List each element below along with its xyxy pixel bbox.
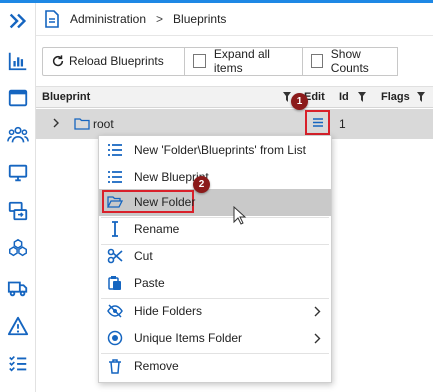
menu-item-hide-folders[interactable]: Hide Folders (99, 298, 331, 325)
menu-item-unique-items-folder[interactable]: Unique Items Folder (99, 325, 331, 352)
column-header-blueprint[interactable]: Blueprint (42, 91, 90, 103)
text-cursor-icon (112, 221, 118, 237)
folder-icon (74, 118, 90, 130)
list-icon (108, 171, 122, 183)
grid-header: Blueprint Edit Id Flags (36, 86, 433, 108)
folder-open-icon (107, 196, 123, 208)
reload-blueprints-label: Reload Blueprints (69, 54, 164, 68)
menu-item-label: New Folder (134, 195, 196, 209)
truck-icon (7, 281, 28, 297)
sidebar-item-tasks[interactable] (4, 350, 32, 376)
menu-item-new-from-list[interactable]: New 'Folder\Blueprints' from List (99, 137, 331, 164)
expand-all-checkbox[interactable] (193, 54, 206, 68)
menu-item-cut[interactable]: Cut (99, 243, 331, 270)
sidebar-item-alerts[interactable] (4, 313, 32, 339)
paste-icon (108, 276, 121, 290)
callout-badge-2: 2 (193, 176, 210, 193)
menu-item-label: Rename (134, 222, 180, 236)
chevron-right-icon (314, 333, 321, 344)
menu-item-new-blueprint[interactable]: New Blueprint (99, 164, 331, 191)
toolbar: Reload Blueprints Expand all items Show … (36, 36, 433, 86)
menu-item-label: Cut (134, 249, 153, 263)
menu-item-new-folder[interactable]: New Folder (99, 189, 331, 216)
sidebar-item-delivery[interactable] (4, 275, 32, 301)
document-icon (45, 10, 59, 28)
chevron-right-icon (314, 306, 321, 317)
scissors-icon (107, 248, 123, 264)
column-header-flags[interactable]: Flags (381, 91, 410, 103)
edit-menu-button[interactable] (305, 110, 330, 135)
show-counts-checkbox[interactable] (311, 54, 323, 68)
menu-item-label: Unique Items Folder (134, 331, 243, 345)
double-chevron-right-icon (9, 13, 27, 29)
show-counts-label: Show Counts (330, 47, 369, 75)
breadcrumb-item-blueprints: Blueprints (173, 12, 227, 26)
column-header-id[interactable]: Id (339, 91, 349, 103)
list-icon (108, 144, 122, 156)
menu-item-paste[interactable]: Paste (99, 270, 331, 297)
bar-chart-icon (8, 52, 27, 71)
sidebar-item-reports[interactable] (4, 48, 32, 74)
hamburger-menu-icon (312, 118, 323, 127)
filter-icon[interactable] (283, 92, 291, 102)
checklist-icon (9, 355, 27, 372)
sidebar-item-packages[interactable] (4, 235, 32, 261)
eye-off-icon (107, 304, 123, 318)
packages-icon (9, 238, 27, 257)
menu-item-label: Paste (134, 276, 165, 290)
reload-blueprints-button[interactable]: Reload Blueprints (42, 46, 185, 76)
deploy-icon (8, 201, 28, 221)
mouse-cursor-icon (233, 206, 247, 225)
menu-item-remove[interactable]: Remove (99, 353, 331, 380)
row-id: 1 (339, 117, 346, 131)
filter-icon[interactable] (358, 92, 366, 102)
monitor-icon (8, 164, 28, 182)
sidebar-collapse-button[interactable] (4, 8, 32, 34)
sidebar-item-devices[interactable] (4, 160, 32, 186)
breadcrumb-separator: > (156, 12, 164, 26)
menu-item-label: Remove (134, 359, 179, 373)
show-counts-toggle[interactable]: Show Counts (302, 46, 398, 76)
expand-all-label: Expand all items (213, 47, 270, 75)
expand-all-items-toggle[interactable]: Expand all items (184, 46, 303, 76)
row-name: root (93, 117, 114, 131)
target-icon (107, 330, 123, 346)
breadcrumb: Administration > Blueprints (36, 3, 433, 36)
menu-item-rename[interactable]: Rename (99, 216, 331, 243)
window-icon (8, 89, 28, 107)
sidebar-item-users[interactable] (4, 122, 32, 148)
menu-item-label: New 'Folder\Blueprints' from List (134, 143, 306, 157)
users-icon (7, 126, 29, 143)
sidebar-item-window[interactable] (4, 85, 32, 111)
menu-item-label: Hide Folders (134, 304, 203, 318)
callout-badge-1: 1 (291, 93, 308, 110)
chevron-right-icon[interactable] (51, 117, 61, 129)
filter-icon[interactable] (417, 92, 425, 102)
breadcrumb-item-administration[interactable]: Administration (70, 12, 146, 26)
warning-icon (7, 316, 29, 336)
sidebar-item-deploy[interactable] (4, 198, 32, 224)
reload-icon (52, 55, 64, 67)
trash-icon (109, 359, 121, 374)
sidebar (0, 3, 36, 392)
context-menu: New 'Folder\Blueprints' from List New Bl… (98, 135, 332, 383)
